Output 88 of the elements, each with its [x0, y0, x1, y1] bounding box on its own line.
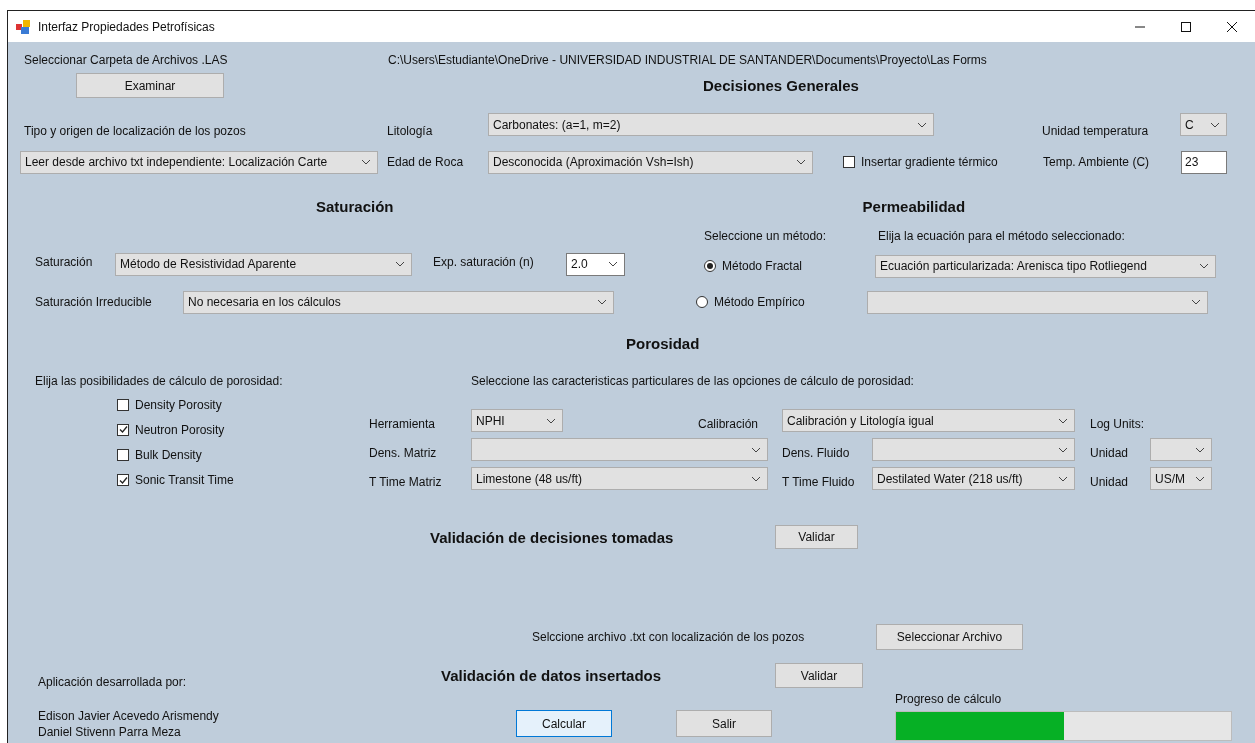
author-name: Daniel Stivenn Parra Meza [38, 724, 182, 740]
unit-label: Unidad [1090, 474, 1130, 489]
porosity-option-checkbox[interactable]: Bulk Density [117, 442, 369, 468]
lithology-dropdown[interactable]: Carbonates: (a=1, m=2) [488, 113, 934, 136]
chevron-icon [1058, 446, 1068, 453]
temperature-unit-label: Unidad temperatura [1042, 123, 1150, 138]
calibration-dropdown[interactable]: Calibración y Litología igual [782, 409, 1075, 432]
saturation-exponent-label: Exp. saturación (n) [433, 255, 535, 269]
rock-age-dropdown[interactable]: Desconocida (Aproximación Vsh=Ish) [488, 150, 813, 174]
maximize-icon [1180, 20, 1192, 33]
chevron-icon [917, 121, 927, 128]
chevron-icon [1210, 121, 1220, 128]
unit-dropdown[interactable]: US/M [1150, 467, 1212, 490]
method-radio[interactable]: Método Empírico [696, 295, 867, 309]
validate-button[interactable]: Validar [775, 663, 863, 688]
calibration-label: Calibración [698, 416, 760, 431]
matrix-density-label: Dens. Matriz [369, 445, 438, 460]
fluid-time-dropdown[interactable]: Destilated Water (218 us/ft) [872, 467, 1075, 490]
saturation-label: Saturación [35, 255, 94, 269]
ambient-temperature-field[interactable]: 23 [1181, 150, 1227, 174]
rock-age-label: Edad de Roca [387, 155, 465, 169]
fluid-density-label: Dens. Fluido [782, 445, 851, 460]
chevron-icon [1058, 417, 1068, 424]
section-heading: Validación de decisiones tomadas [430, 528, 675, 546]
window-title: Interfaz Propiedades Petrofísicas [38, 19, 215, 34]
tool-label: Herramienta [369, 416, 437, 431]
log-units-label: Log Units: [1090, 416, 1145, 431]
chevron-icon [608, 261, 618, 267]
equation-prompt: Elija la ecuación para el método seleccionado: [878, 229, 1125, 243]
matrix-time-label: T Time Matriz [369, 474, 443, 489]
irreducible-saturation-label: Saturación Irreducible [35, 295, 153, 309]
method-radio[interactable]: Método Fractal [704, 259, 875, 273]
section-heading: Permeabilidad [862, 197, 966, 215]
matrix-density-dropdown[interactable] [471, 438, 768, 461]
porosity-details-prompt: Seleccione las caracteristicas particulares de las opciones de cálculo de porosidad: [471, 374, 914, 388]
chevron-icon [395, 261, 405, 267]
progress-label: Progreso de cálculo [895, 691, 1003, 708]
unit-dropdown[interactable] [1150, 438, 1212, 461]
fluid-density-dropdown[interactable] [872, 438, 1075, 461]
chevron-icon [546, 417, 556, 424]
author-name: Edison Javier Acevedo Arismendy [38, 708, 220, 724]
porosity-option-checkbox[interactable]: Density Porosity [117, 392, 369, 418]
chevron-icon [1191, 299, 1201, 305]
app-icon [16, 19, 30, 34]
unit-label: Unidad [1090, 445, 1130, 460]
chevron-icon [751, 475, 761, 482]
chevron-icon [361, 159, 371, 165]
porosity-option-checkbox[interactable]: Sonic Transit Time [117, 467, 369, 493]
section-heading: Saturación [316, 197, 394, 215]
select-file-button[interactable]: Seleccionar Archivo [876, 624, 1023, 650]
saturation-exponent-dropdown[interactable]: 2.0 [566, 252, 625, 276]
folder-path: C:\Users\Estudiante\OneDrive - UNIVERSIDAD INDUSTRIAL DE SANTANDER\Documents\Proyecto\Las Forms [388, 53, 987, 67]
credits-label: Aplicación desarrollada por: [38, 674, 188, 689]
temperature-unit-dropdown[interactable]: C [1180, 113, 1227, 136]
chevron-icon [1195, 446, 1205, 453]
equation-dropdown[interactable]: Ecuación particularizada: Arenisca tipo Rotliegend [875, 254, 1216, 278]
browse-button[interactable]: Examinar [76, 73, 224, 98]
checkmark-icon [118, 425, 128, 435]
location-label: Tipo y origen de localización de los pozos [24, 123, 247, 138]
irreducible-saturation-dropdown[interactable]: No necesaria en los cálculos [183, 290, 614, 314]
method-prompt: Seleccione un método: [704, 229, 828, 243]
folder-label: Seleccionar Carpeta de Archivos .LAS [24, 53, 229, 67]
section-heading: Validación de datos insertados [441, 667, 663, 684]
chevron-icon [751, 446, 761, 453]
action-button[interactable]: Salir [676, 710, 772, 737]
checkmark-icon [118, 475, 128, 485]
saturation-method-dropdown[interactable]: Método de Resistividad Aparente [115, 252, 412, 276]
chevron-icon [1058, 475, 1068, 482]
chevron-icon [1199, 263, 1209, 269]
porosity-options-prompt: Elija las posibilidades de cálculo de porosidad: [35, 374, 284, 388]
chevron-icon [1195, 475, 1205, 482]
porosity-option-checkbox[interactable]: Neutron Porosity [117, 417, 369, 443]
fluid-time-label: T Time Fluido [782, 474, 856, 489]
location-dropdown[interactable]: Leer desde archivo txt independiente: Localización Carte [20, 150, 378, 174]
matrix-time-dropdown[interactable]: Limestone (48 us/ft) [471, 467, 768, 490]
section-heading: Porosidad [626, 334, 700, 352]
chevron-icon [796, 159, 806, 165]
tool-dropdown[interactable]: NPHI [471, 409, 563, 432]
chevron-icon [597, 299, 607, 305]
gradient-checkbox[interactable]: Insertar gradiente térmico [843, 155, 1043, 169]
section-heading: Decisiones Generales [703, 77, 859, 94]
ambient-temperature-label: Temp. Ambiente (C) [1043, 155, 1151, 169]
action-button[interactable]: Calcular [516, 710, 612, 737]
file-prompt: Selccione archivo .txt con localización de los pozos [532, 630, 806, 644]
empirical-equation-dropdown[interactable] [867, 290, 1208, 314]
close-icon [1226, 20, 1238, 33]
validate-button[interactable]: Validar [775, 525, 858, 549]
lithology-label: Litología [387, 123, 434, 138]
